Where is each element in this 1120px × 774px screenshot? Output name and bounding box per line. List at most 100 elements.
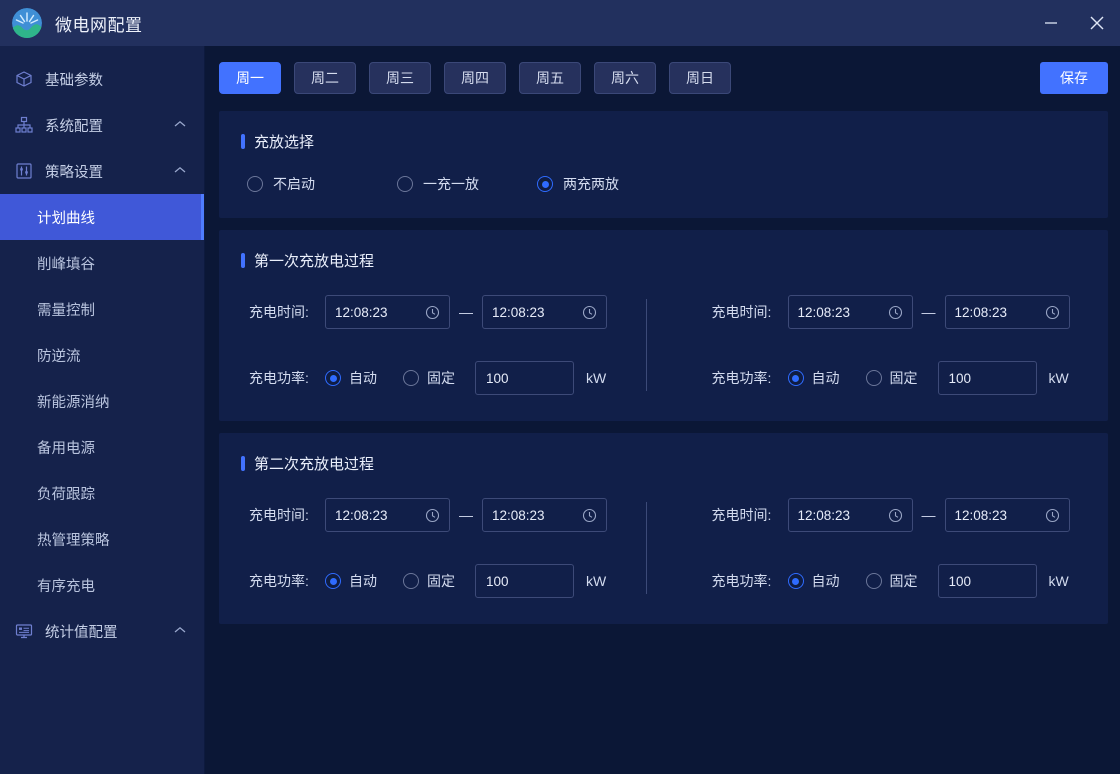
power-value-input[interactable] <box>475 361 574 395</box>
sidebar-item-label: 统计值配置 <box>45 621 174 642</box>
power-mode-auto[interactable]: 自动 <box>788 368 840 388</box>
sidebar-item-label: 需量控制 <box>37 299 95 320</box>
radio-label: 自动 <box>349 368 377 388</box>
nav-group-strategy: 策略设置 计划曲线 削峰填谷 需量控制 防逆流 <box>0 148 204 608</box>
power-unit: kW <box>1049 573 1069 589</box>
chevron-up-icon <box>174 120 186 131</box>
tab-thursday[interactable]: 周四 <box>444 62 506 94</box>
input-value: 12:08:23 <box>492 305 545 320</box>
app-window: 微电网配置 基础参数 <box>0 0 1120 774</box>
radio-option-no-start[interactable]: 不启动 <box>247 174 397 194</box>
clock-icon[interactable] <box>888 508 903 523</box>
sidebar-item-label: 基础参数 <box>45 69 186 90</box>
close-icon[interactable] <box>1074 0 1120 46</box>
radio-option-one-charge-one-discharge[interactable]: 一充一放 <box>397 174 537 194</box>
panel-title: 第二次充放电过程 <box>254 453 374 474</box>
sidebar-item-plan-curve[interactable]: 计划曲线 <box>0 194 204 240</box>
field-label: 充电功率: <box>249 368 325 388</box>
power-mode-fixed[interactable]: 固定 <box>403 368 455 388</box>
input-value: 12:08:23 <box>798 508 851 523</box>
sidebar-item-renewable-consumption[interactable]: 新能源消纳 <box>0 378 204 424</box>
power-mode-auto[interactable]: 自动 <box>325 571 377 591</box>
day-tab-bar: 周一 周二 周三 周四 周五 周六 周日 保存 <box>219 58 1108 98</box>
power-mode-fixed[interactable]: 固定 <box>403 571 455 591</box>
radio-indicator <box>325 370 341 386</box>
power-mode-auto[interactable]: 自动 <box>788 571 840 591</box>
power-value-input[interactable] <box>475 564 574 598</box>
sidebar-item-peak-shaving[interactable]: 削峰填谷 <box>0 240 204 286</box>
radio-label: 一充一放 <box>423 174 479 194</box>
tab-wednesday[interactable]: 周三 <box>369 62 431 94</box>
clock-icon[interactable] <box>1045 508 1060 523</box>
discharge-column: 充电时间: 12:08:23 — 12:08:23 <box>647 498 1109 598</box>
chevron-up-icon <box>174 626 186 637</box>
sidebar-item-basic-params[interactable]: 基础参数 <box>0 56 204 102</box>
sidebar-item-thermal-management[interactable]: 热管理策略 <box>0 516 204 562</box>
tab-friday[interactable]: 周五 <box>519 62 581 94</box>
range-separator: — <box>922 507 936 523</box>
charge-end-time-input[interactable]: 12:08:23 <box>482 295 607 329</box>
charge-start-time-input[interactable]: 12:08:23 <box>788 498 913 532</box>
range-separator: — <box>459 304 473 320</box>
sidebar-item-ordered-charging[interactable]: 有序充电 <box>0 562 204 608</box>
window-controls <box>1028 0 1120 46</box>
input-value: 12:08:23 <box>335 508 388 523</box>
sidebar-item-backup-power[interactable]: 备用电源 <box>0 424 204 470</box>
charge-select-panel: 充放选择 不启动 一充一放 两充两放 <box>219 111 1108 218</box>
panel-title: 充放选择 <box>254 131 314 152</box>
radio-indicator <box>403 573 419 589</box>
charge-end-time-input[interactable]: 12:08:23 <box>945 295 1070 329</box>
clock-icon[interactable] <box>582 508 597 523</box>
field-label: 充电功率: <box>712 368 788 388</box>
sidebar-item-demand-control[interactable]: 需量控制 <box>0 286 204 332</box>
accent-bar <box>241 134 245 149</box>
sidebar-item-strategy-settings[interactable]: 策略设置 <box>0 148 204 194</box>
charge-start-time-input[interactable]: 12:08:23 <box>325 498 450 532</box>
app-title: 微电网配置 <box>55 11 143 36</box>
radio-label: 不启动 <box>273 174 315 194</box>
charge-end-time-input[interactable]: 12:08:23 <box>482 498 607 532</box>
radio-label: 固定 <box>427 368 455 388</box>
clock-icon[interactable] <box>1045 305 1060 320</box>
sidebar-item-system-config[interactable]: 系统配置 <box>0 102 204 148</box>
radio-indicator <box>403 370 419 386</box>
power-mode-auto[interactable]: 自动 <box>325 368 377 388</box>
cube-icon <box>14 69 34 89</box>
tab-sunday[interactable]: 周日 <box>669 62 731 94</box>
sidebar-item-label: 新能源消纳 <box>37 391 110 412</box>
charge-power-row: 充电功率: 自动 固定 kW <box>712 564 1109 598</box>
charge-end-time-input[interactable]: 12:08:23 <box>945 498 1070 532</box>
app-body: 基础参数 系统配置 <box>0 46 1120 774</box>
minimize-icon[interactable] <box>1028 0 1074 46</box>
panel-title: 第一次充放电过程 <box>254 250 374 271</box>
sidebar-item-anti-backflow[interactable]: 防逆流 <box>0 332 204 378</box>
tab-saturday[interactable]: 周六 <box>594 62 656 94</box>
charge-start-time-input[interactable]: 12:08:23 <box>788 295 913 329</box>
input-value: 12:08:23 <box>335 305 388 320</box>
sidebar-item-load-tracking[interactable]: 负荷跟踪 <box>0 470 204 516</box>
sidebar-item-label: 热管理策略 <box>37 529 110 550</box>
clock-icon[interactable] <box>888 305 903 320</box>
power-value-input[interactable] <box>938 361 1037 395</box>
monitor-icon <box>14 621 34 641</box>
radio-label: 固定 <box>890 571 918 591</box>
clock-icon[interactable] <box>425 305 440 320</box>
save-button[interactable]: 保存 <box>1040 62 1108 94</box>
clock-icon[interactable] <box>582 305 597 320</box>
power-value-input[interactable] <box>938 564 1037 598</box>
field-label: 充电时间: <box>712 302 788 322</box>
tab-tuesday[interactable]: 周二 <box>294 62 356 94</box>
clock-icon[interactable] <box>425 508 440 523</box>
process-body: 充电时间: 12:08:23 — 12:08:23 <box>219 271 1108 421</box>
charge-start-time-input[interactable]: 12:08:23 <box>325 295 450 329</box>
input-value: 12:08:23 <box>955 508 1008 523</box>
radio-label: 自动 <box>812 368 840 388</box>
radio-indicator <box>788 370 804 386</box>
power-mode-fixed[interactable]: 固定 <box>866 368 918 388</box>
radio-option-two-charge-two-discharge[interactable]: 两充两放 <box>537 174 619 194</box>
field-label: 充电功率: <box>712 571 788 591</box>
sidebar-item-statistics-config[interactable]: 统计值配置 <box>0 608 204 654</box>
power-mode-fixed[interactable]: 固定 <box>866 571 918 591</box>
tab-monday[interactable]: 周一 <box>219 62 281 94</box>
accent-bar <box>241 456 245 471</box>
